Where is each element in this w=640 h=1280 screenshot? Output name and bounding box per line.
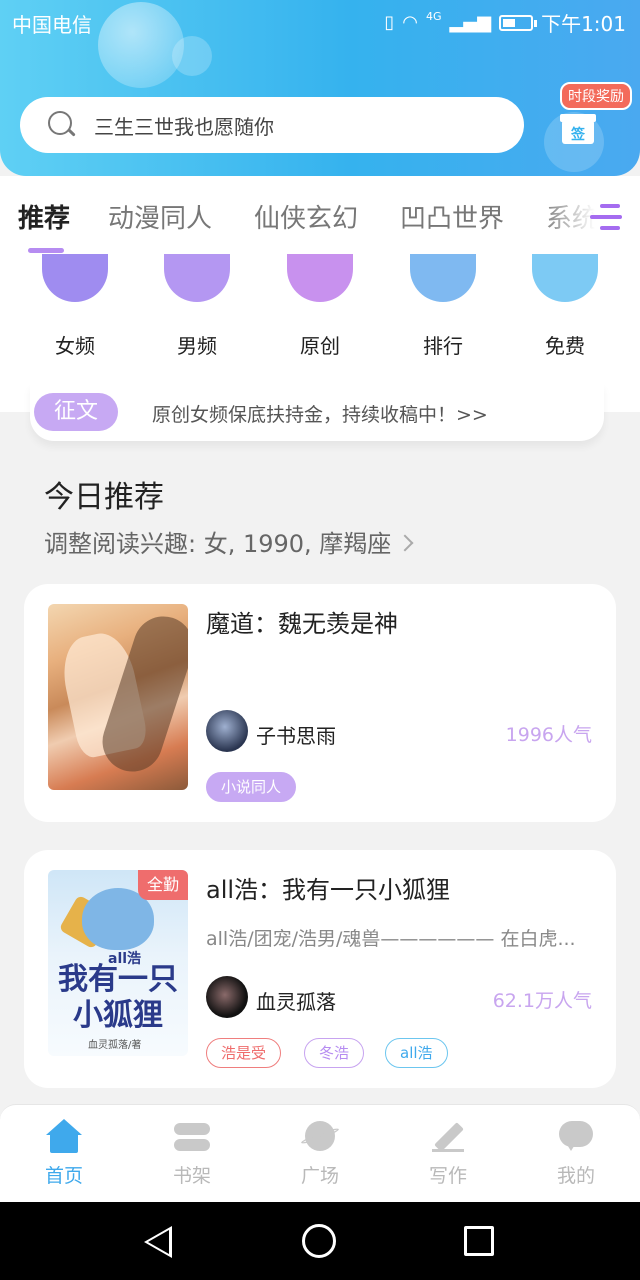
home-circle-icon[interactable]	[302, 1224, 336, 1258]
notice-text: 原创女频保底扶持金，持续收稿中！>>	[152, 404, 488, 426]
status-bar: 中国电信 ▯ ◠ 4G ▂▄▆ 下午1:01	[0, 0, 640, 44]
system-navigation-bar	[0, 1202, 640, 1280]
female-channel-icon	[42, 254, 108, 302]
nav-home[interactable]: 首页	[14, 1119, 114, 1188]
reward-badge[interactable]: 时段奖励	[560, 82, 632, 110]
search-input[interactable]: 三生三世我也愿随你	[94, 111, 274, 140]
header: 中国电信 ▯ ◠ 4G ▂▄▆ 下午1:01 三生三世我也愿随你 签 时段奖励	[0, 0, 640, 176]
cover-title: 我有一只 小狐狸	[58, 962, 178, 1033]
carrier-name: 中国电信	[12, 13, 92, 37]
active-tab-indicator	[28, 248, 64, 253]
channel-female[interactable]: 女频	[30, 254, 120, 359]
book-title: 魔道：魏无羡是神	[206, 610, 398, 638]
network-type: 4G	[426, 10, 442, 23]
nav-plaza[interactable]: 广场	[270, 1119, 370, 1188]
genre-tag[interactable]: 浩是受	[206, 1038, 282, 1068]
channel-male[interactable]: 男频	[152, 254, 242, 359]
book-description: all浩/团宠/浩男/魂兽—————— 在白虎...	[206, 928, 576, 950]
section-title: 今日推荐	[44, 480, 164, 515]
cover-author: 血灵孤落/著	[88, 1040, 142, 1051]
signal-icon: ▂▄▆	[449, 12, 492, 33]
tab-xianxia[interactable]: 仙侠玄幻	[254, 198, 358, 235]
category-tabs: 推荐 动漫同人 仙侠玄幻 凹凸世界 系统	[0, 176, 640, 254]
contest-notice[interactable]: 征文 原创女频保底扶持金，持续收稿中！>>	[30, 383, 604, 441]
tab-recommend[interactable]: 推荐	[18, 198, 70, 235]
ranking-icon	[410, 254, 476, 302]
tab-menu-icon[interactable]	[590, 204, 622, 232]
tab-anime-fanfic[interactable]: 动漫同人	[108, 198, 212, 235]
nav-profile[interactable]: 我的	[526, 1119, 626, 1188]
author-name: 子书思雨	[256, 724, 336, 748]
channel-free[interactable]: 免费	[520, 254, 610, 359]
vibrate-icon: ▯	[384, 12, 395, 33]
full-attendance-badge: 全勤	[138, 870, 188, 900]
book-card[interactable]: 魔道：魏无羡是神 子书思雨 1996人气 小说同人	[24, 584, 616, 822]
notice-badge: 征文	[34, 393, 118, 431]
nav-write[interactable]: 写作	[398, 1119, 498, 1188]
bookshelf-icon	[174, 1119, 210, 1153]
popularity-count: 1996人气	[505, 724, 592, 746]
wifi-icon: ◠	[402, 12, 419, 33]
chevron-right-icon	[396, 534, 414, 552]
plaza-icon	[300, 1119, 340, 1153]
clock: 下午1:01	[541, 12, 626, 36]
back-icon[interactable]	[144, 1226, 172, 1258]
bottom-navigation: 首页 书架 广场 写作 我的	[0, 1104, 640, 1202]
channel-original[interactable]: 原创	[275, 254, 365, 359]
free-icon	[532, 254, 598, 302]
recent-apps-icon[interactable]	[464, 1226, 494, 1256]
original-icon	[287, 254, 353, 302]
avatar[interactable]	[206, 976, 248, 1018]
write-icon	[430, 1119, 466, 1153]
home-icon	[46, 1119, 82, 1153]
male-channel-icon	[164, 254, 230, 302]
author-name: 血灵孤落	[256, 990, 336, 1014]
genre-tag[interactable]: 冬浩	[304, 1038, 365, 1068]
avatar[interactable]	[206, 710, 248, 752]
book-card[interactable]: all浩 我有一只 小狐狸 血灵孤落/著 全勤 all浩：我有一只小狐狸 all浩…	[24, 850, 616, 1088]
profile-icon	[558, 1119, 594, 1153]
search-icon	[48, 111, 76, 139]
book-cover[interactable]	[48, 604, 188, 790]
popularity-count: 62.1万人气	[492, 990, 592, 1012]
book-title: all浩：我有一只小狐狸	[206, 876, 451, 904]
sign-in-label: 签	[571, 127, 585, 143]
battery-icon	[499, 14, 538, 31]
genre-tag[interactable]: 小说同人	[206, 772, 297, 802]
nav-bookshelf[interactable]: 书架	[142, 1119, 242, 1188]
channel-ranking[interactable]: 排行	[398, 254, 488, 359]
daily-gift-button[interactable]: 签	[560, 110, 596, 146]
search-bar[interactable]: 三生三世我也愿随你	[20, 97, 524, 153]
tab-aotu-world[interactable]: 凹凸世界	[400, 198, 504, 235]
genre-tag[interactable]: all浩	[385, 1038, 448, 1068]
reading-interest-link[interactable]: 调整阅读兴趣: 女, 1990, 摩羯座	[44, 524, 414, 559]
